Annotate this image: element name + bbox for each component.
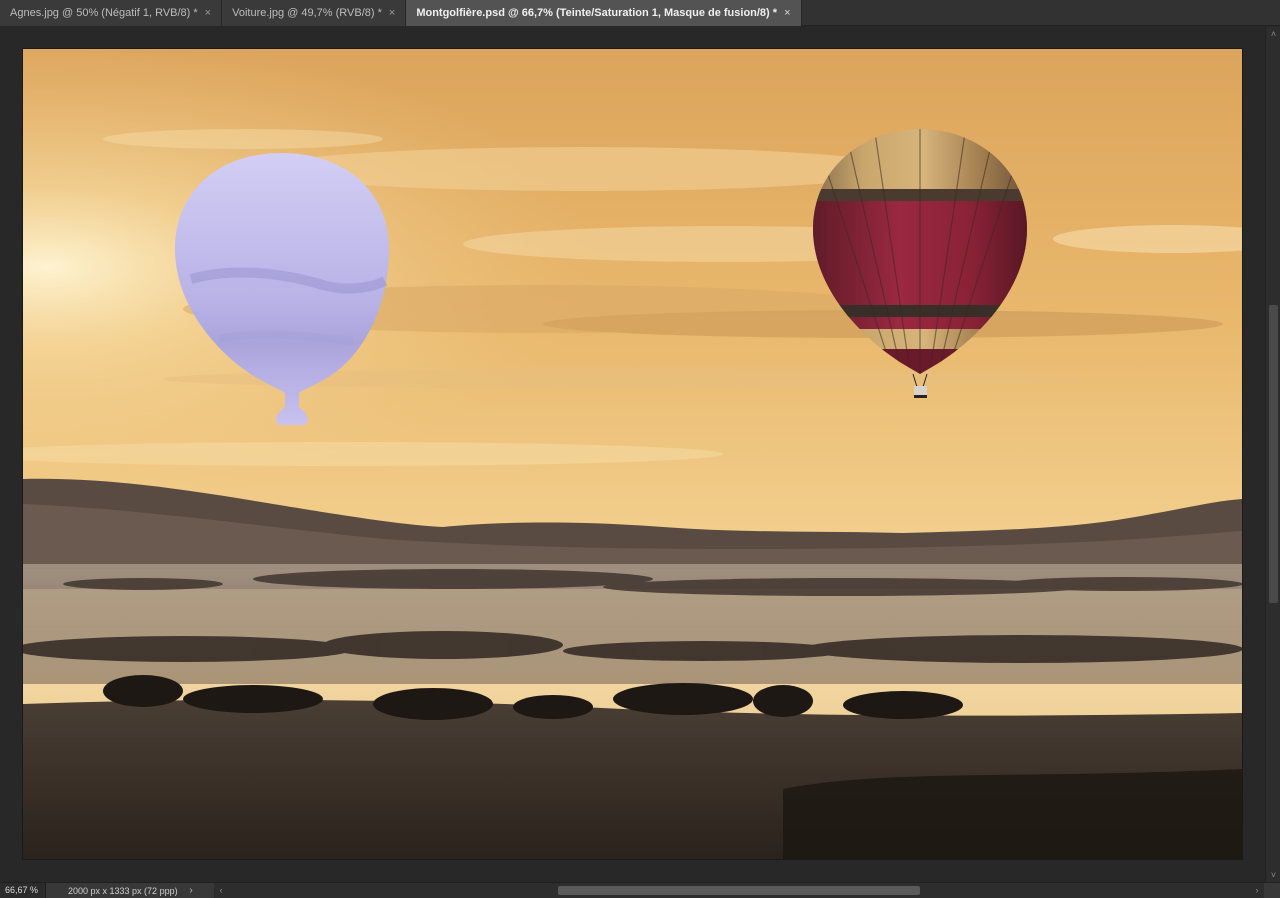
- scroll-down-icon[interactable]: ˅: [1266, 868, 1280, 882]
- close-tab-icon[interactable]: ×: [389, 7, 395, 19]
- status-menu-arrow-icon[interactable]: ›: [184, 883, 198, 898]
- horizontal-scrollbar[interactable]: ‹ ›: [214, 883, 1264, 898]
- document-tab-bar: Agnes.jpg @ 50% (Négatif 1, RVB/8) * × V…: [0, 0, 1280, 26]
- scroll-up-icon[interactable]: ˄: [1266, 27, 1280, 41]
- zoom-level-field[interactable]: 66,67 %: [0, 883, 46, 898]
- vertical-scrollbar[interactable]: ˄ ˅: [1265, 27, 1280, 882]
- scroll-left-icon[interactable]: ‹: [214, 883, 228, 898]
- scroll-right-icon[interactable]: ›: [1250, 883, 1264, 898]
- tab-montgolfiere[interactable]: Montgolfière.psd @ 66,7% (Teinte/Saturat…: [406, 0, 802, 26]
- grass-foreground: [783, 769, 1242, 859]
- vertical-scroll-thumb[interactable]: [1269, 305, 1278, 603]
- horizontal-scroll-thumb[interactable]: [558, 886, 920, 895]
- status-bar: 66,67 % 2000 px x 1333 px (72 ppp) › ‹ ›: [0, 882, 1280, 898]
- close-tab-icon[interactable]: ×: [784, 7, 790, 19]
- tab-agnes[interactable]: Agnes.jpg @ 50% (Négatif 1, RVB/8) * ×: [0, 0, 223, 26]
- tab-label: Agnes.jpg @ 50% (Négatif 1, RVB/8) *: [10, 7, 198, 19]
- document-dimensions: 2000 px x 1333 px (72 ppp): [68, 885, 178, 896]
- canvas-image[interactable]: [23, 49, 1242, 859]
- tab-label: Voiture.jpg @ 49,7% (RVB/8) *: [232, 7, 382, 19]
- close-tab-icon[interactable]: ×: [205, 7, 211, 19]
- document-workspace[interactable]: [0, 27, 1265, 882]
- document-canvas[interactable]: [22, 48, 1243, 860]
- tab-voiture[interactable]: Voiture.jpg @ 49,7% (RVB/8) * ×: [222, 0, 407, 26]
- tab-label: Montgolfière.psd @ 66,7% (Teinte/Saturat…: [416, 7, 778, 19]
